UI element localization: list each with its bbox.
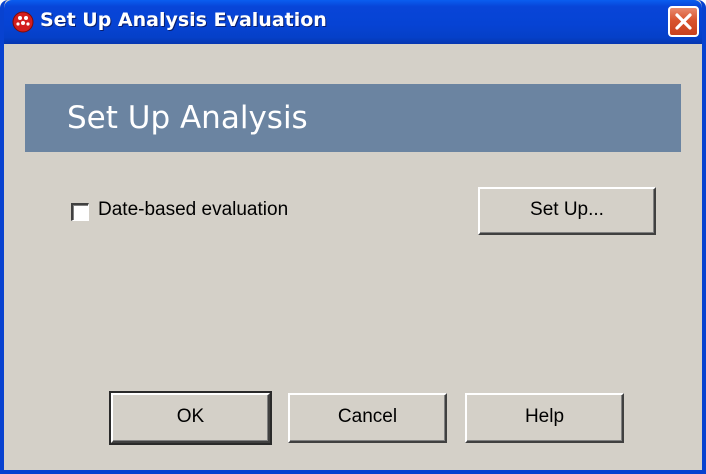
- cancel-button[interactable]: Cancel: [288, 393, 447, 443]
- red-orb-icon: [12, 11, 34, 33]
- title-bar[interactable]: Set Up Analysis Evaluation: [4, 0, 702, 44]
- window-title: Set Up Analysis Evaluation: [40, 9, 327, 31]
- header-title: Set Up Analysis: [67, 100, 308, 136]
- help-button[interactable]: Help: [465, 393, 624, 443]
- dialog-window: Set Up Analysis Evaluation Set Up Analys…: [0, 0, 706, 474]
- header-banner: Set Up Analysis: [25, 84, 681, 152]
- ok-button[interactable]: OK: [109, 391, 272, 445]
- close-icon: [675, 13, 692, 30]
- close-button[interactable]: [668, 6, 699, 37]
- date-based-evaluation-label[interactable]: Date-based evaluation: [98, 199, 288, 221]
- date-based-evaluation-checkbox[interactable]: [71, 203, 89, 221]
- set-up-button[interactable]: Set Up...: [478, 187, 656, 235]
